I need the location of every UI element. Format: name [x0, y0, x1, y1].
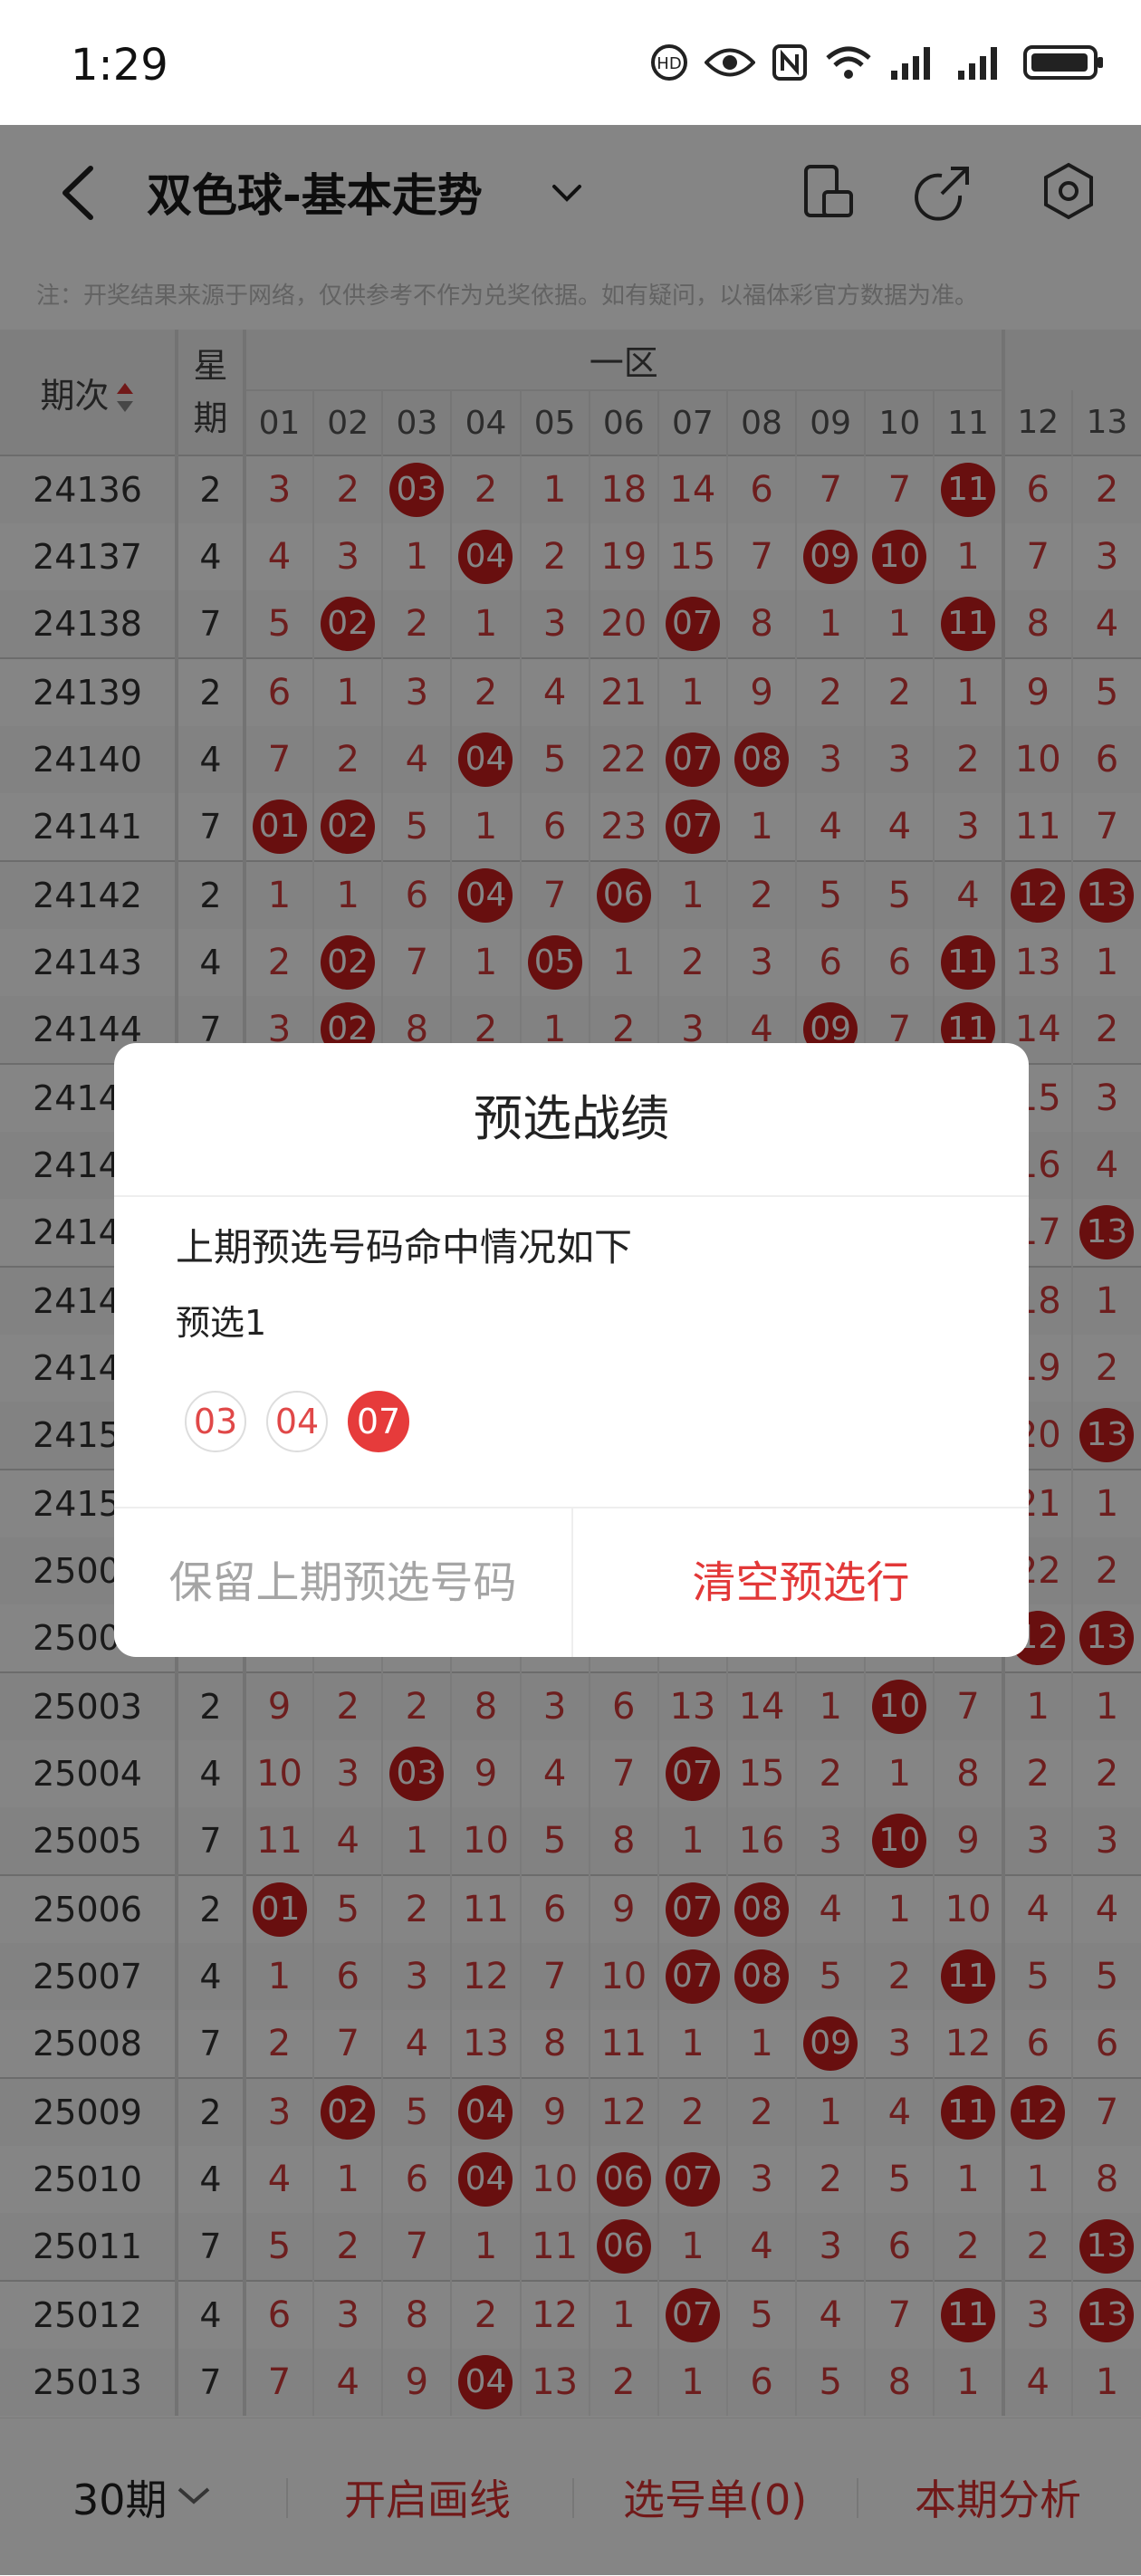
number-ball: 04 [266, 1391, 328, 1452]
hit-number-ball: 07 [348, 1391, 409, 1452]
dialog-title: 预选战绩 [474, 1090, 669, 1147]
preset-balls: 03 04 07 [185, 1391, 409, 1452]
number-ball: 03 [185, 1391, 246, 1452]
keep-previous-button[interactable]: 保留上期预选号码 [114, 1508, 571, 1657]
status-time: 1:29 [71, 40, 168, 91]
hd-icon: HD [651, 44, 687, 81]
status-icons: HD [650, 43, 1105, 81]
signal-icon-2 [958, 47, 997, 80]
battery-icon [1023, 45, 1103, 80]
preselect-result-dialog: 预选战绩 上期预选号码命中情况如下 预选1 03 04 07 保留上期预选号码 清空… [114, 1043, 1029, 1657]
divider [114, 1195, 1029, 1197]
status-bar: 1:29 HD [0, 0, 1141, 125]
clear-preselect-button[interactable]: 清空预选行 [573, 1508, 1029, 1657]
dialog-subtitle: 上期预选号码命中情况如下 [176, 1225, 633, 1269]
nfc-icon [772, 44, 807, 81]
wifi-icon [826, 46, 871, 79]
eye-icon [705, 48, 755, 77]
signal-icon [891, 47, 930, 80]
preset-label: 预选1 [176, 1303, 267, 1343]
svg-text:HD: HD [657, 54, 681, 73]
